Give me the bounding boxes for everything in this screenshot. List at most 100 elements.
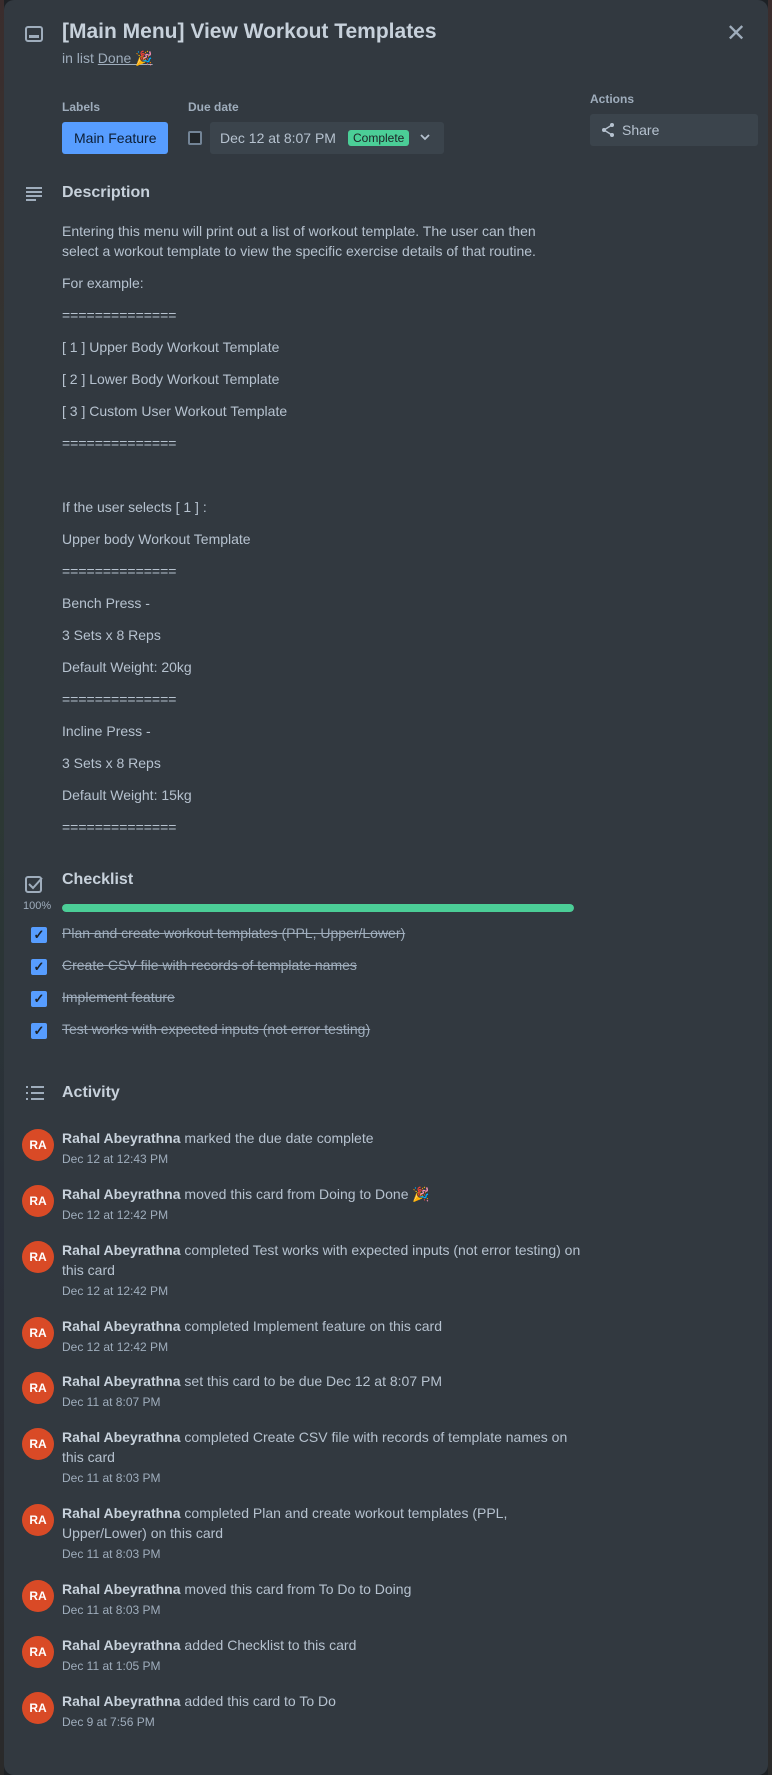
- activity-action: added this card to To Do: [184, 1693, 336, 1709]
- activity-user[interactable]: Rahal Abeyrathna: [62, 1637, 181, 1653]
- description-line: 3 Sets x 8 Reps: [62, 755, 161, 771]
- activity-entry: Rahal Abeyrathna added this card to To D…: [62, 1691, 582, 1711]
- activity-entry: Rahal Abeyrathna moved this card from Do…: [62, 1184, 582, 1204]
- checklist-item[interactable]: Implement feature: [62, 989, 175, 1005]
- share-icon: [600, 114, 616, 157]
- avatar[interactable]: RA: [22, 1636, 54, 1668]
- description-icon: [24, 184, 44, 209]
- activity-action: marked the due date complete: [184, 1130, 374, 1146]
- share-label: Share: [622, 122, 660, 138]
- actions-heading: Actions: [590, 92, 635, 106]
- checklist-icon: [24, 874, 44, 899]
- description-line: ==============: [62, 563, 177, 579]
- checklist-checkbox[interactable]: ✓: [31, 927, 47, 943]
- activity-user[interactable]: Rahal Abeyrathna: [62, 1373, 181, 1389]
- avatar[interactable]: RA: [22, 1504, 54, 1536]
- description-line: If the user selects [ 1 ] :: [62, 499, 207, 515]
- list-prefix: in list: [62, 50, 94, 66]
- activity-action: completed Implement feature on this card: [184, 1318, 442, 1334]
- avatar[interactable]: RA: [22, 1185, 54, 1217]
- activity-time[interactable]: Dec 11 at 8:03 PM: [62, 1547, 161, 1561]
- avatar[interactable]: RA: [22, 1692, 54, 1724]
- checklist-progress-label: 100%: [23, 900, 52, 912]
- description-line: 3 Sets x 8 Reps: [62, 627, 161, 643]
- avatar[interactable]: RA: [22, 1317, 54, 1349]
- checklist-item[interactable]: Test works with expected inputs (not err…: [62, 1021, 370, 1037]
- activity-user[interactable]: Rahal Abeyrathna: [62, 1581, 181, 1597]
- checklist-progress-fill: [62, 904, 574, 912]
- activity-time[interactable]: Dec 12 at 12:42 PM: [62, 1284, 168, 1298]
- activity-action: moved this card from To Do to Doing: [184, 1581, 412, 1597]
- activity-icon: [24, 1083, 46, 1108]
- activity-entry: Rahal Abeyrathna completed Test works wi…: [62, 1240, 582, 1280]
- checklist-item[interactable]: Plan and create workout templates (PPL, …: [62, 925, 405, 941]
- due-date-heading: Due date: [188, 100, 239, 114]
- activity-time[interactable]: Dec 11 at 8:03 PM: [62, 1603, 161, 1617]
- card-icon: [24, 24, 44, 49]
- description-line: For example:: [62, 275, 144, 291]
- checklist-item[interactable]: Create CSV file with records of template…: [62, 957, 357, 973]
- background-edge-right: [768, 0, 772, 1775]
- activity-user[interactable]: Rahal Abeyrathna: [62, 1429, 181, 1445]
- description-heading: Description: [62, 184, 151, 201]
- activity-time[interactable]: Dec 9 at 7:56 PM: [62, 1715, 155, 1729]
- description-line: [ 3 ] Custom User Workout Template: [62, 403, 288, 419]
- due-status-badge: Complete: [348, 130, 410, 146]
- avatar[interactable]: RA: [22, 1241, 54, 1273]
- description-line: ==============: [62, 435, 177, 451]
- due-date-value: Dec 12 at 8:07 PM: [220, 130, 336, 146]
- checklist-heading: Checklist: [62, 871, 134, 888]
- due-date-button[interactable]: Dec 12 at 8:07 PM Complete: [210, 122, 444, 154]
- checklist-progress-bar: [62, 904, 574, 912]
- activity-user[interactable]: Rahal Abeyrathna: [62, 1318, 181, 1334]
- activity-time[interactable]: Dec 11 at 8:07 PM: [62, 1395, 161, 1409]
- activity-heading: Activity: [62, 1084, 120, 1101]
- description-line: [ 1 ] Upper Body Workout Template: [62, 339, 280, 355]
- checklist-checkbox[interactable]: ✓: [31, 991, 47, 1007]
- avatar[interactable]: RA: [22, 1372, 54, 1404]
- activity-action: moved this card from Doing to Done 🎉: [184, 1186, 430, 1202]
- activity-time[interactable]: Dec 11 at 1:05 PM: [62, 1659, 161, 1673]
- description-line: Entering this menu will print out a list…: [62, 223, 536, 239]
- description-line: select a workout template to view the sp…: [62, 243, 536, 259]
- card-title[interactable]: [Main Menu] View Workout Templates: [62, 20, 437, 44]
- description-line: Upper body Workout Template: [62, 531, 251, 547]
- card-detail-dialog: [Main Menu] View Workout Templates in li…: [4, 0, 768, 1775]
- description-line: ==============: [62, 819, 177, 835]
- activity-entry: Rahal Abeyrathna completed Plan and crea…: [62, 1503, 582, 1543]
- avatar[interactable]: RA: [22, 1129, 54, 1161]
- activity-entry: Rahal Abeyrathna added Checklist to this…: [62, 1635, 582, 1655]
- share-button[interactable]: Share: [590, 114, 758, 146]
- labels-heading: Labels: [62, 100, 101, 114]
- activity-entry: Rahal Abeyrathna moved this card from To…: [62, 1579, 582, 1599]
- list-info: in list Done 🎉: [62, 50, 153, 67]
- activity-time[interactable]: Dec 12 at 12:43 PM: [62, 1152, 168, 1166]
- activity-entry: Rahal Abeyrathna completed Implement fea…: [62, 1316, 582, 1336]
- activity-action: set this card to be due Dec 12 at 8:07 P…: [184, 1373, 442, 1389]
- activity-time[interactable]: Dec 11 at 8:03 PM: [62, 1471, 161, 1485]
- avatar[interactable]: RA: [22, 1428, 54, 1460]
- activity-entry: Rahal Abeyrathna completed Create CSV fi…: [62, 1427, 582, 1467]
- activity-entry: Rahal Abeyrathna set this card to be due…: [62, 1371, 582, 1391]
- activity-user[interactable]: Rahal Abeyrathna: [62, 1130, 181, 1146]
- activity-entry: Rahal Abeyrathna marked the due date com…: [62, 1128, 582, 1148]
- activity-user[interactable]: Rahal Abeyrathna: [62, 1242, 181, 1258]
- description-line: Incline Press -: [62, 723, 151, 739]
- activity-time[interactable]: Dec 12 at 12:42 PM: [62, 1340, 168, 1354]
- checklist-checkbox[interactable]: ✓: [31, 1023, 47, 1039]
- list-link[interactable]: Done 🎉: [98, 50, 153, 66]
- activity-user[interactable]: Rahal Abeyrathna: [62, 1693, 181, 1709]
- label-main-feature[interactable]: Main Feature: [62, 122, 169, 154]
- description-line: [ 2 ] Lower Body Workout Template: [62, 371, 280, 387]
- avatar[interactable]: RA: [22, 1580, 54, 1612]
- checklist-checkbox[interactable]: ✓: [31, 959, 47, 975]
- close-icon[interactable]: ✕: [722, 20, 750, 48]
- due-date-checkbox[interactable]: [188, 131, 202, 145]
- activity-action: added Checklist to this card: [184, 1637, 357, 1653]
- activity-time[interactable]: Dec 12 at 12:42 PM: [62, 1208, 168, 1222]
- description-line: Bench Press -: [62, 595, 150, 611]
- description-line: Default Weight: 20kg: [62, 659, 192, 675]
- activity-user[interactable]: Rahal Abeyrathna: [62, 1505, 181, 1521]
- activity-user[interactable]: Rahal Abeyrathna: [62, 1186, 181, 1202]
- description-line: ==============: [62, 691, 177, 707]
